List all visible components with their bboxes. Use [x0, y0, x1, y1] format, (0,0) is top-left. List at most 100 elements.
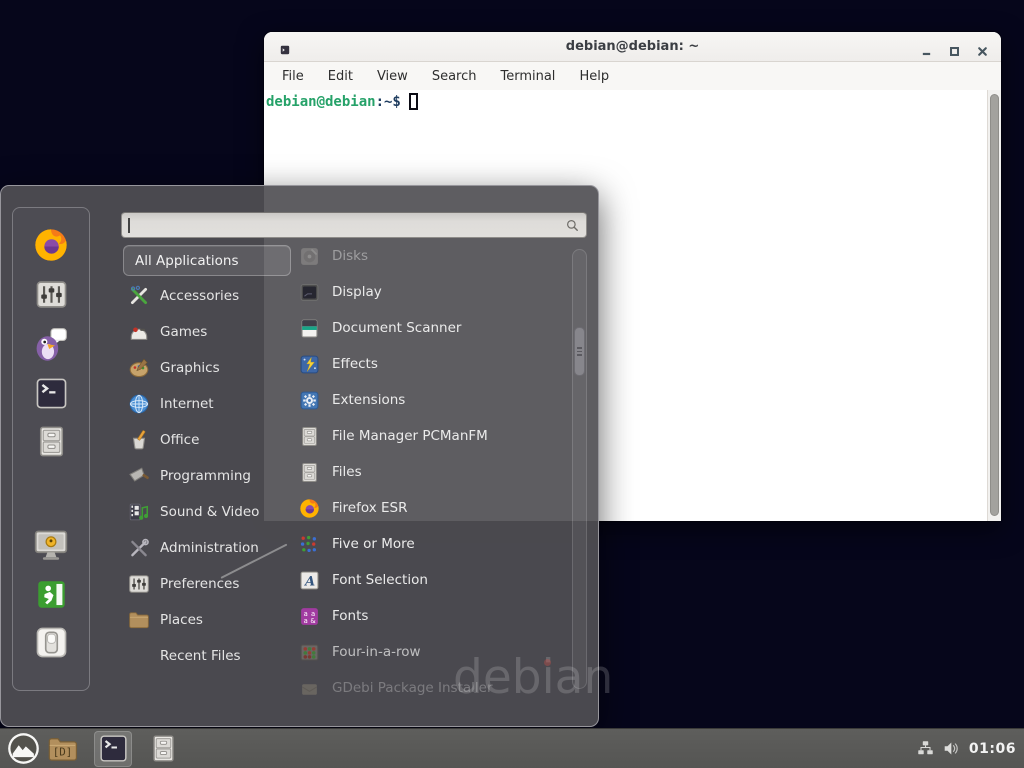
app-file-manager-pcmanfm[interactable]: File Manager PCManFM — [291, 418, 569, 454]
menu-terminal[interactable]: Terminal — [500, 69, 555, 84]
network-icon[interactable] — [917, 740, 934, 757]
svg-text:A: A — [303, 574, 315, 589]
app-display[interactable]: Display — [291, 274, 569, 310]
app-files[interactable]: Files — [291, 454, 569, 490]
category-label: Accessories — [160, 288, 239, 304]
sound-video-icon — [128, 501, 150, 523]
category-graphics[interactable]: Graphics — [123, 350, 291, 386]
menu-help[interactable]: Help — [579, 69, 609, 84]
search-icon — [565, 218, 580, 233]
system-tray: 01:06 — [917, 740, 1024, 757]
category-accessories[interactable]: Accessories — [123, 278, 291, 314]
category-label: Internet — [160, 396, 214, 412]
menu-search[interactable]: Search — [432, 69, 477, 84]
app-extensions[interactable]: Extensions — [291, 382, 569, 418]
terminal-titlebar[interactable]: debian@debian: ~ — [264, 32, 1001, 62]
category-preferences[interactable]: Preferences — [123, 566, 291, 602]
effects-icon — [299, 354, 320, 375]
category-office[interactable]: Office — [123, 422, 291, 458]
control-center-icon[interactable] — [35, 278, 68, 311]
blank-icon — [128, 645, 150, 667]
firefox-icon[interactable] — [33, 227, 69, 263]
pidgin-icon[interactable] — [33, 326, 69, 362]
disks-icon — [299, 246, 320, 267]
extensions-icon — [299, 390, 320, 411]
menu-scrollbar[interactable] — [572, 249, 587, 689]
category-label: Office — [160, 432, 199, 448]
menu-scrollbar-thumb[interactable] — [574, 327, 585, 376]
minimize-icon[interactable] — [921, 42, 932, 53]
svg-text:a: a — [304, 617, 308, 625]
app-label: Firefox ESR — [332, 500, 407, 516]
maximize-icon[interactable] — [949, 42, 960, 53]
app-disks[interactable]: Disks — [291, 238, 569, 274]
category-label: Recent Files — [160, 648, 241, 664]
desktop-folder-icon[interactable]: [D] — [47, 733, 78, 764]
app-effects[interactable]: Effects — [291, 346, 569, 382]
document-scanner-icon — [299, 318, 320, 339]
app-four-in-a-row[interactable]: Four-in-a-row — [291, 634, 569, 670]
preferences-icon — [128, 573, 150, 595]
category-label: Games — [160, 324, 207, 340]
search-input[interactable] — [122, 213, 565, 237]
four-in-a-row-icon — [299, 642, 320, 663]
font-selection-icon: A — [299, 570, 320, 591]
app-label: Five or More — [332, 536, 415, 552]
terminal-title: debian@debian: ~ — [264, 39, 1001, 54]
taskbar: [D] 01:06 — [0, 728, 1024, 768]
clock: 01:06 — [969, 741, 1016, 757]
app-document-scanner[interactable]: Document Scanner — [291, 310, 569, 346]
five-or-more-icon — [299, 534, 320, 555]
shutdown-icon[interactable] — [35, 626, 68, 659]
close-icon[interactable] — [977, 42, 988, 53]
administration-icon — [128, 537, 150, 559]
category-label: Places — [160, 612, 203, 628]
app-font-selection[interactable]: A Font Selection — [291, 562, 569, 598]
category-label: Preferences — [160, 576, 239, 592]
fonts-icon: aaa& — [299, 606, 320, 627]
category-column: All Applications Accessories Games Graph… — [123, 245, 291, 674]
menu-file[interactable]: File — [282, 69, 304, 84]
category-recent-files[interactable]: Recent Files — [123, 638, 291, 674]
app-label: Display — [332, 284, 382, 300]
category-administration[interactable]: Administration — [123, 530, 291, 566]
category-label: Sound & Video — [160, 504, 259, 520]
terminal-scrollbar-thumb[interactable] — [990, 94, 999, 516]
category-sound-video[interactable]: Sound & Video — [123, 494, 291, 530]
file-manager-task-button[interactable] — [149, 734, 178, 763]
all-applications-button[interactable]: All Applications — [123, 245, 291, 276]
category-label: Graphics — [160, 360, 220, 376]
scrollbar-grip — [577, 347, 582, 349]
svg-text:&: & — [310, 617, 316, 625]
app-label: Extensions — [332, 392, 405, 408]
terminal-launcher-icon[interactable] — [35, 377, 68, 410]
category-label: Administration — [160, 540, 259, 556]
menu-button[interactable] — [7, 732, 40, 765]
category-internet[interactable]: Internet — [123, 386, 291, 422]
volume-icon[interactable] — [943, 740, 960, 757]
terminal-task-button[interactable] — [94, 731, 132, 767]
places-icon — [128, 609, 150, 631]
menu-view[interactable]: View — [377, 69, 408, 84]
terminal-cursor — [409, 93, 418, 110]
category-games[interactable]: Games — [123, 314, 291, 350]
menu-edit[interactable]: Edit — [328, 69, 353, 84]
app-fonts[interactable]: aaa& Fonts — [291, 598, 569, 634]
app-label: Font Selection — [332, 572, 428, 588]
log-out-icon[interactable] — [35, 578, 68, 611]
lock-screen-icon[interactable] — [33, 527, 69, 563]
application-list: Disks Display Document Scanner Effects E… — [291, 238, 569, 706]
scrollbar-grip — [577, 351, 582, 353]
category-programming[interactable]: Programming — [123, 458, 291, 494]
menu-search-box[interactable] — [121, 212, 587, 238]
category-places[interactable]: Places — [123, 602, 291, 638]
terminal-scrollbar[interactable] — [987, 90, 1001, 521]
app-five-or-more[interactable]: Five or More — [291, 526, 569, 562]
app-gdebi-package-installer[interactable]: GDebi Package Installer — [291, 670, 569, 706]
gdebi-icon — [299, 678, 320, 699]
terminal-icon — [99, 734, 128, 763]
file-manager-launcher-icon[interactable] — [35, 425, 68, 458]
app-label: Fonts — [332, 608, 368, 624]
app-firefox-esr[interactable]: Firefox ESR — [291, 490, 569, 526]
app-label: Four-in-a-row — [332, 644, 421, 660]
